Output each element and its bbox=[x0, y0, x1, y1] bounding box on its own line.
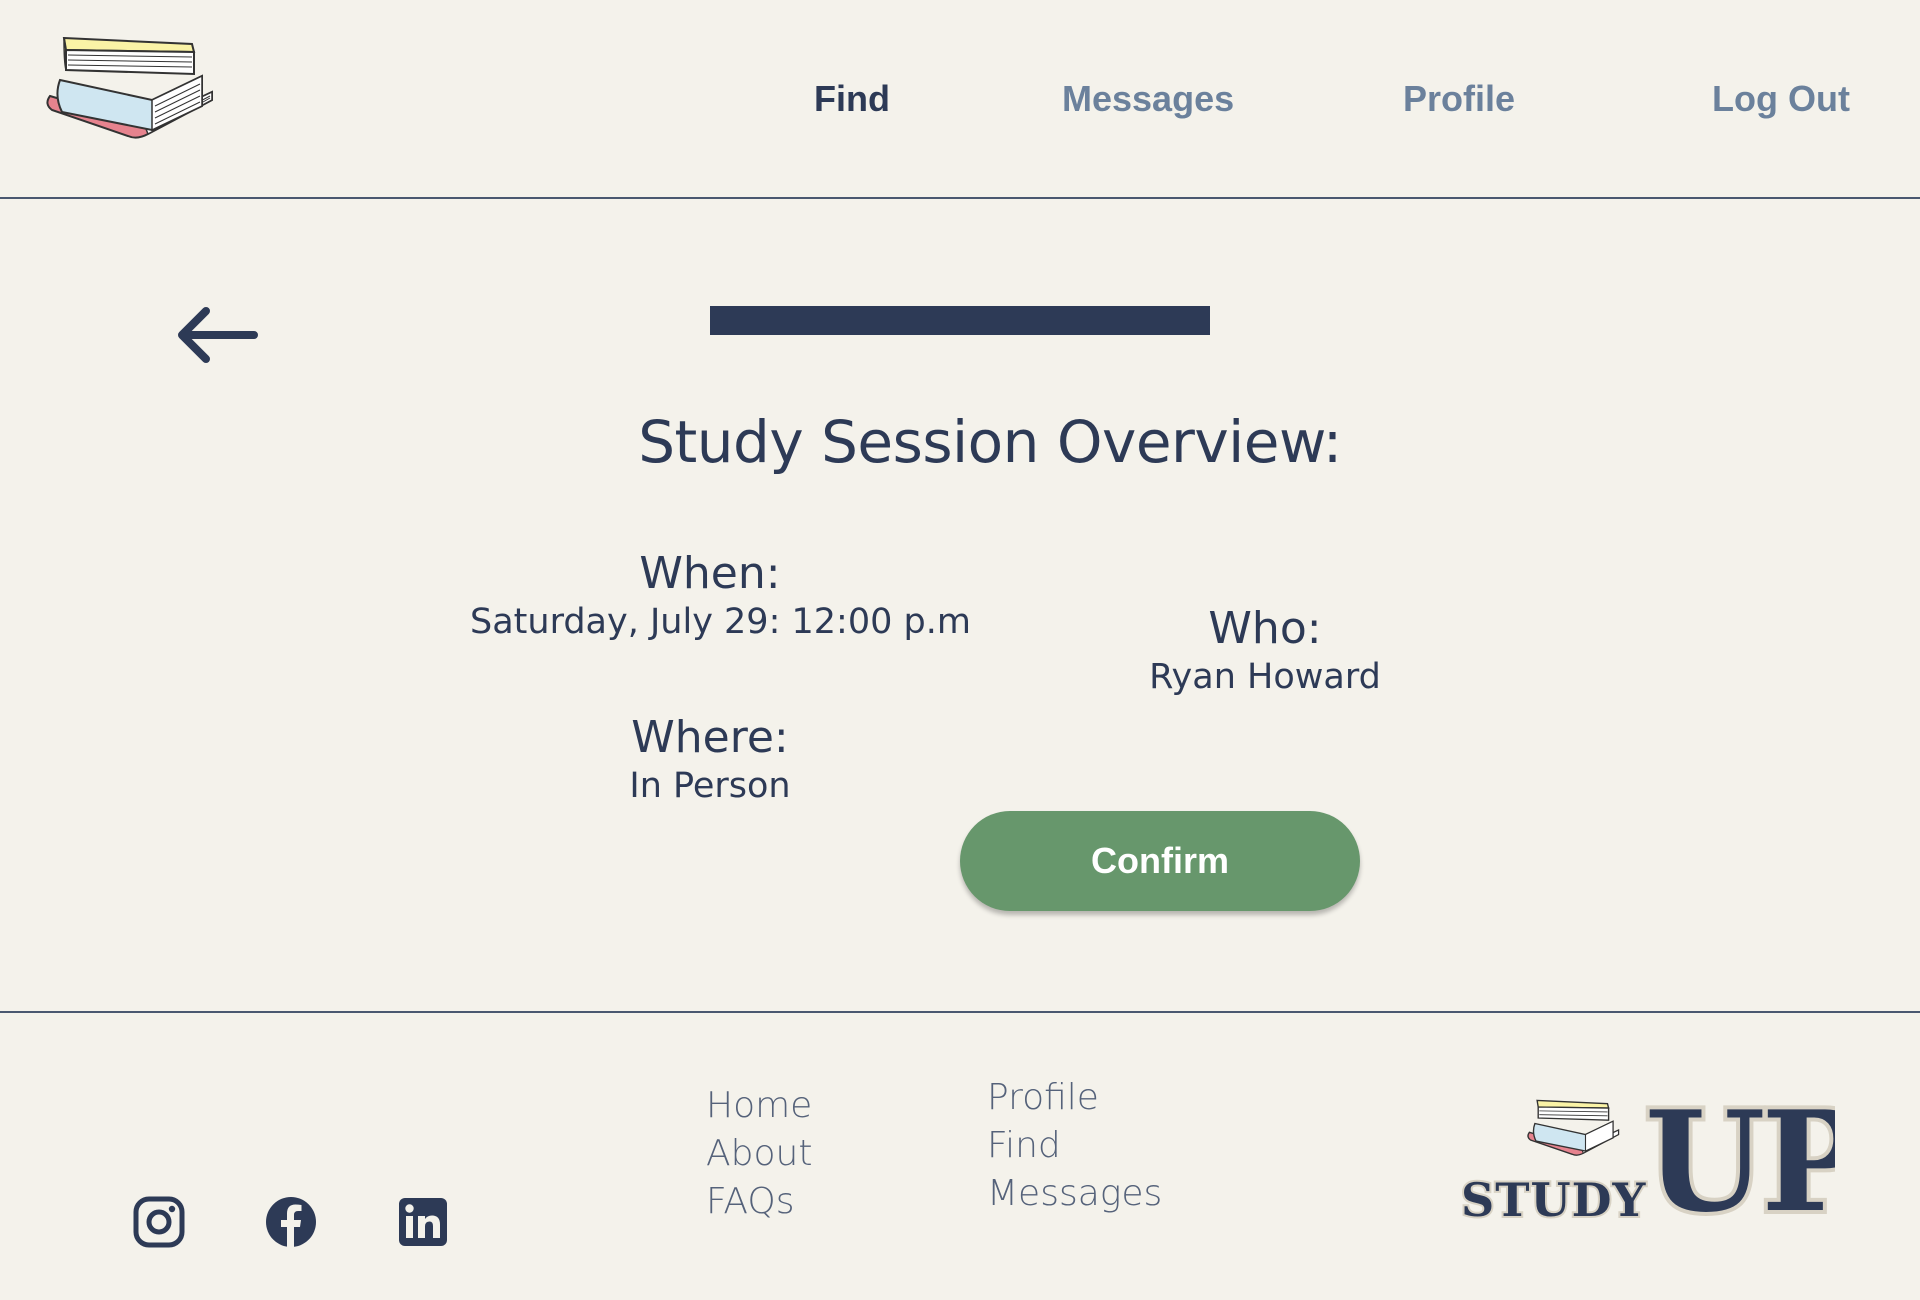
footer-link-faqs[interactable]: FAQs bbox=[706, 1178, 812, 1226]
page-title: Study Session Overview: bbox=[638, 408, 1342, 476]
progress-bar bbox=[710, 306, 1210, 335]
when-label: When: bbox=[639, 548, 781, 599]
footer-links-primary: Home About FAQs bbox=[706, 1082, 812, 1226]
footer-link-profile[interactable]: Profile bbox=[987, 1074, 1162, 1122]
site-header: Find Messages Profile Log Out bbox=[0, 0, 1920, 199]
nav-messages[interactable]: Messages bbox=[1062, 78, 1234, 120]
footer-divider bbox=[0, 1011, 1920, 1013]
footer-link-messages[interactable]: Messages bbox=[987, 1170, 1162, 1218]
footer-link-about[interactable]: About bbox=[706, 1130, 812, 1178]
where-label: Where: bbox=[631, 712, 789, 763]
session-when: When: Saturday, July 29: 12:00 p.m bbox=[470, 548, 971, 644]
footer-link-home[interactable]: Home bbox=[706, 1082, 812, 1130]
who-label: Who: bbox=[1208, 603, 1322, 654]
nav-log-out[interactable]: Log Out bbox=[1712, 78, 1850, 120]
confirm-button[interactable]: Confirm bbox=[960, 811, 1360, 911]
nav-profile[interactable]: Profile bbox=[1403, 78, 1515, 120]
instagram-icon[interactable] bbox=[133, 1196, 185, 1248]
footer-link-find[interactable]: Find bbox=[987, 1122, 1162, 1170]
books-logo[interactable] bbox=[42, 30, 217, 165]
session-where: Where: In Person bbox=[560, 712, 860, 808]
svg-text:UP: UP bbox=[1645, 1090, 1835, 1230]
linkedin-icon[interactable] bbox=[397, 1196, 449, 1248]
session-who: Who: Ryan Howard bbox=[1110, 603, 1420, 699]
back-arrow-icon[interactable] bbox=[176, 305, 258, 365]
when-value: Saturday, July 29: 12:00 p.m bbox=[470, 602, 971, 642]
where-value: In Person bbox=[629, 766, 791, 806]
nav-find[interactable]: Find bbox=[814, 78, 890, 120]
facebook-icon[interactable] bbox=[265, 1196, 317, 1248]
who-value: Ryan Howard bbox=[1149, 657, 1381, 697]
footer-links-secondary: Profile Find Messages bbox=[987, 1074, 1162, 1218]
study-up-logo[interactable]: UP STUDY bbox=[1455, 1090, 1835, 1230]
svg-text:STUDY: STUDY bbox=[1461, 1173, 1646, 1227]
